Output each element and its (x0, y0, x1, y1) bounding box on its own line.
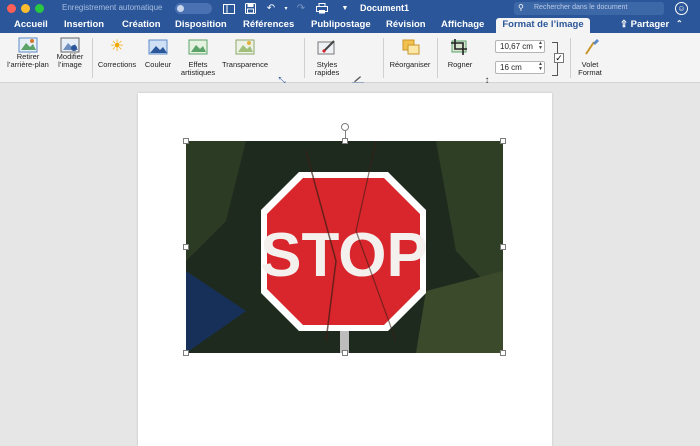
ribbon-format-image: Retirer l’arrière-plan Modifier l’image … (0, 33, 700, 105)
tab-format-image[interactable]: Format de l’image (496, 18, 590, 33)
resize-handle-right[interactable] (500, 244, 506, 250)
redo-icon[interactable]: ↷ (295, 3, 307, 14)
width-stepper-icon[interactable]: ▲ ▼ (538, 62, 543, 72)
print-icon[interactable] (316, 3, 328, 14)
tab-references[interactable]: Références (243, 19, 294, 30)
tab-accueil[interactable]: Accueil (14, 19, 48, 30)
artistic-effects-icon (187, 39, 209, 55)
close-window-button[interactable] (7, 4, 16, 13)
color-button[interactable]: Couleur (141, 39, 175, 69)
change-picture-button[interactable]: Modifier l’image (54, 37, 86, 69)
document-title: Document1 (360, 3, 410, 13)
tab-disposition[interactable]: Disposition (175, 19, 227, 30)
color-picture-icon (147, 39, 169, 55)
height-stepper-icon[interactable]: ▲ ▼ (538, 41, 543, 51)
arrange-button[interactable]: Réorganiser (388, 39, 432, 69)
resize-handle-bottom[interactable] (342, 350, 348, 356)
sidebar-toggle-icon[interactable] (223, 3, 235, 14)
quick-styles-button[interactable]: Styles rapides (309, 39, 345, 77)
undo-icon[interactable]: ↶ (265, 3, 277, 14)
crop-icon (449, 39, 471, 55)
autosave-toggle[interactable] (175, 3, 212, 14)
quick-styles-icon (316, 39, 338, 55)
feedback-smiley-icon[interactable]: ☺ (675, 2, 688, 15)
tab-affichage[interactable]: Affichage (441, 19, 484, 30)
share-button[interactable]: ⇪ Partager (620, 19, 669, 30)
selected-picture[interactable]: STOP (186, 141, 503, 353)
share-icon: ⇪ (620, 19, 628, 30)
tab-revision[interactable]: Révision (386, 19, 426, 30)
resize-handle-top-right[interactable] (500, 138, 506, 144)
crop-button[interactable]: Rogner (442, 39, 478, 69)
remove-background-button[interactable]: Retirer l’arrière-plan (4, 37, 52, 69)
autosave-label: Enregistrement automatique (62, 3, 163, 12)
arrange-icon (399, 39, 421, 55)
resize-handle-top-left[interactable] (183, 138, 189, 144)
width-field[interactable]: 16 cm ▲ ▼ (495, 61, 545, 74)
resize-handle-bottom-right[interactable] (500, 350, 506, 356)
artistic-effects-button[interactable]: Effets artistiques (177, 39, 219, 77)
undo-dropdown-icon[interactable]: ▾ (280, 3, 292, 14)
remove-background-icon (17, 37, 39, 53)
tab-creation[interactable]: Création (122, 19, 161, 30)
transparency-icon (234, 39, 256, 55)
resize-handle-bottom-left[interactable] (183, 350, 189, 356)
save-icon[interactable] (244, 3, 256, 14)
resize-handle-left[interactable] (183, 244, 189, 250)
format-pane-button[interactable]: Volet Format (574, 39, 606, 77)
ribbon-tab-bar: Accueil Insertion Création Disposition R… (0, 17, 700, 33)
minimize-window-button[interactable] (21, 4, 30, 13)
search-input[interactable]: ⚲ Rechercher dans le document (514, 2, 664, 15)
corrections-button[interactable]: ☀ Corrections (96, 39, 138, 69)
resize-handle-top[interactable] (342, 138, 348, 144)
stop-sign-text: STOP (260, 221, 428, 290)
corrections-sun-icon: ☀ (109, 38, 125, 55)
share-label: Partager (630, 19, 670, 30)
title-bar: Enregistrement automatique ↶ ▾ ↷ ▼ Docum… (0, 0, 700, 17)
tab-insertion[interactable]: Insertion (64, 19, 104, 30)
change-picture-icon (59, 37, 81, 53)
search-placeholder: Rechercher dans le document (534, 4, 628, 11)
ribbon-collapse-icon[interactable]: ⌃ (676, 19, 683, 28)
stop-sign-photo: STOP (186, 141, 503, 353)
transparency-button[interactable]: Transparence (220, 39, 270, 69)
tab-publipostage[interactable]: Publipostage (311, 19, 371, 30)
rotate-handle-icon[interactable] (341, 123, 349, 131)
search-icon: ⚲ (518, 3, 524, 12)
lock-aspect-checkbox[interactable]: ✓ (554, 53, 564, 63)
zoom-window-button[interactable] (35, 4, 44, 13)
customize-toolbar-icon[interactable]: ▼ (339, 3, 351, 14)
height-field[interactable]: 10,67 cm ▲ ▼ (495, 40, 545, 53)
format-paintbrush-icon (579, 39, 601, 55)
